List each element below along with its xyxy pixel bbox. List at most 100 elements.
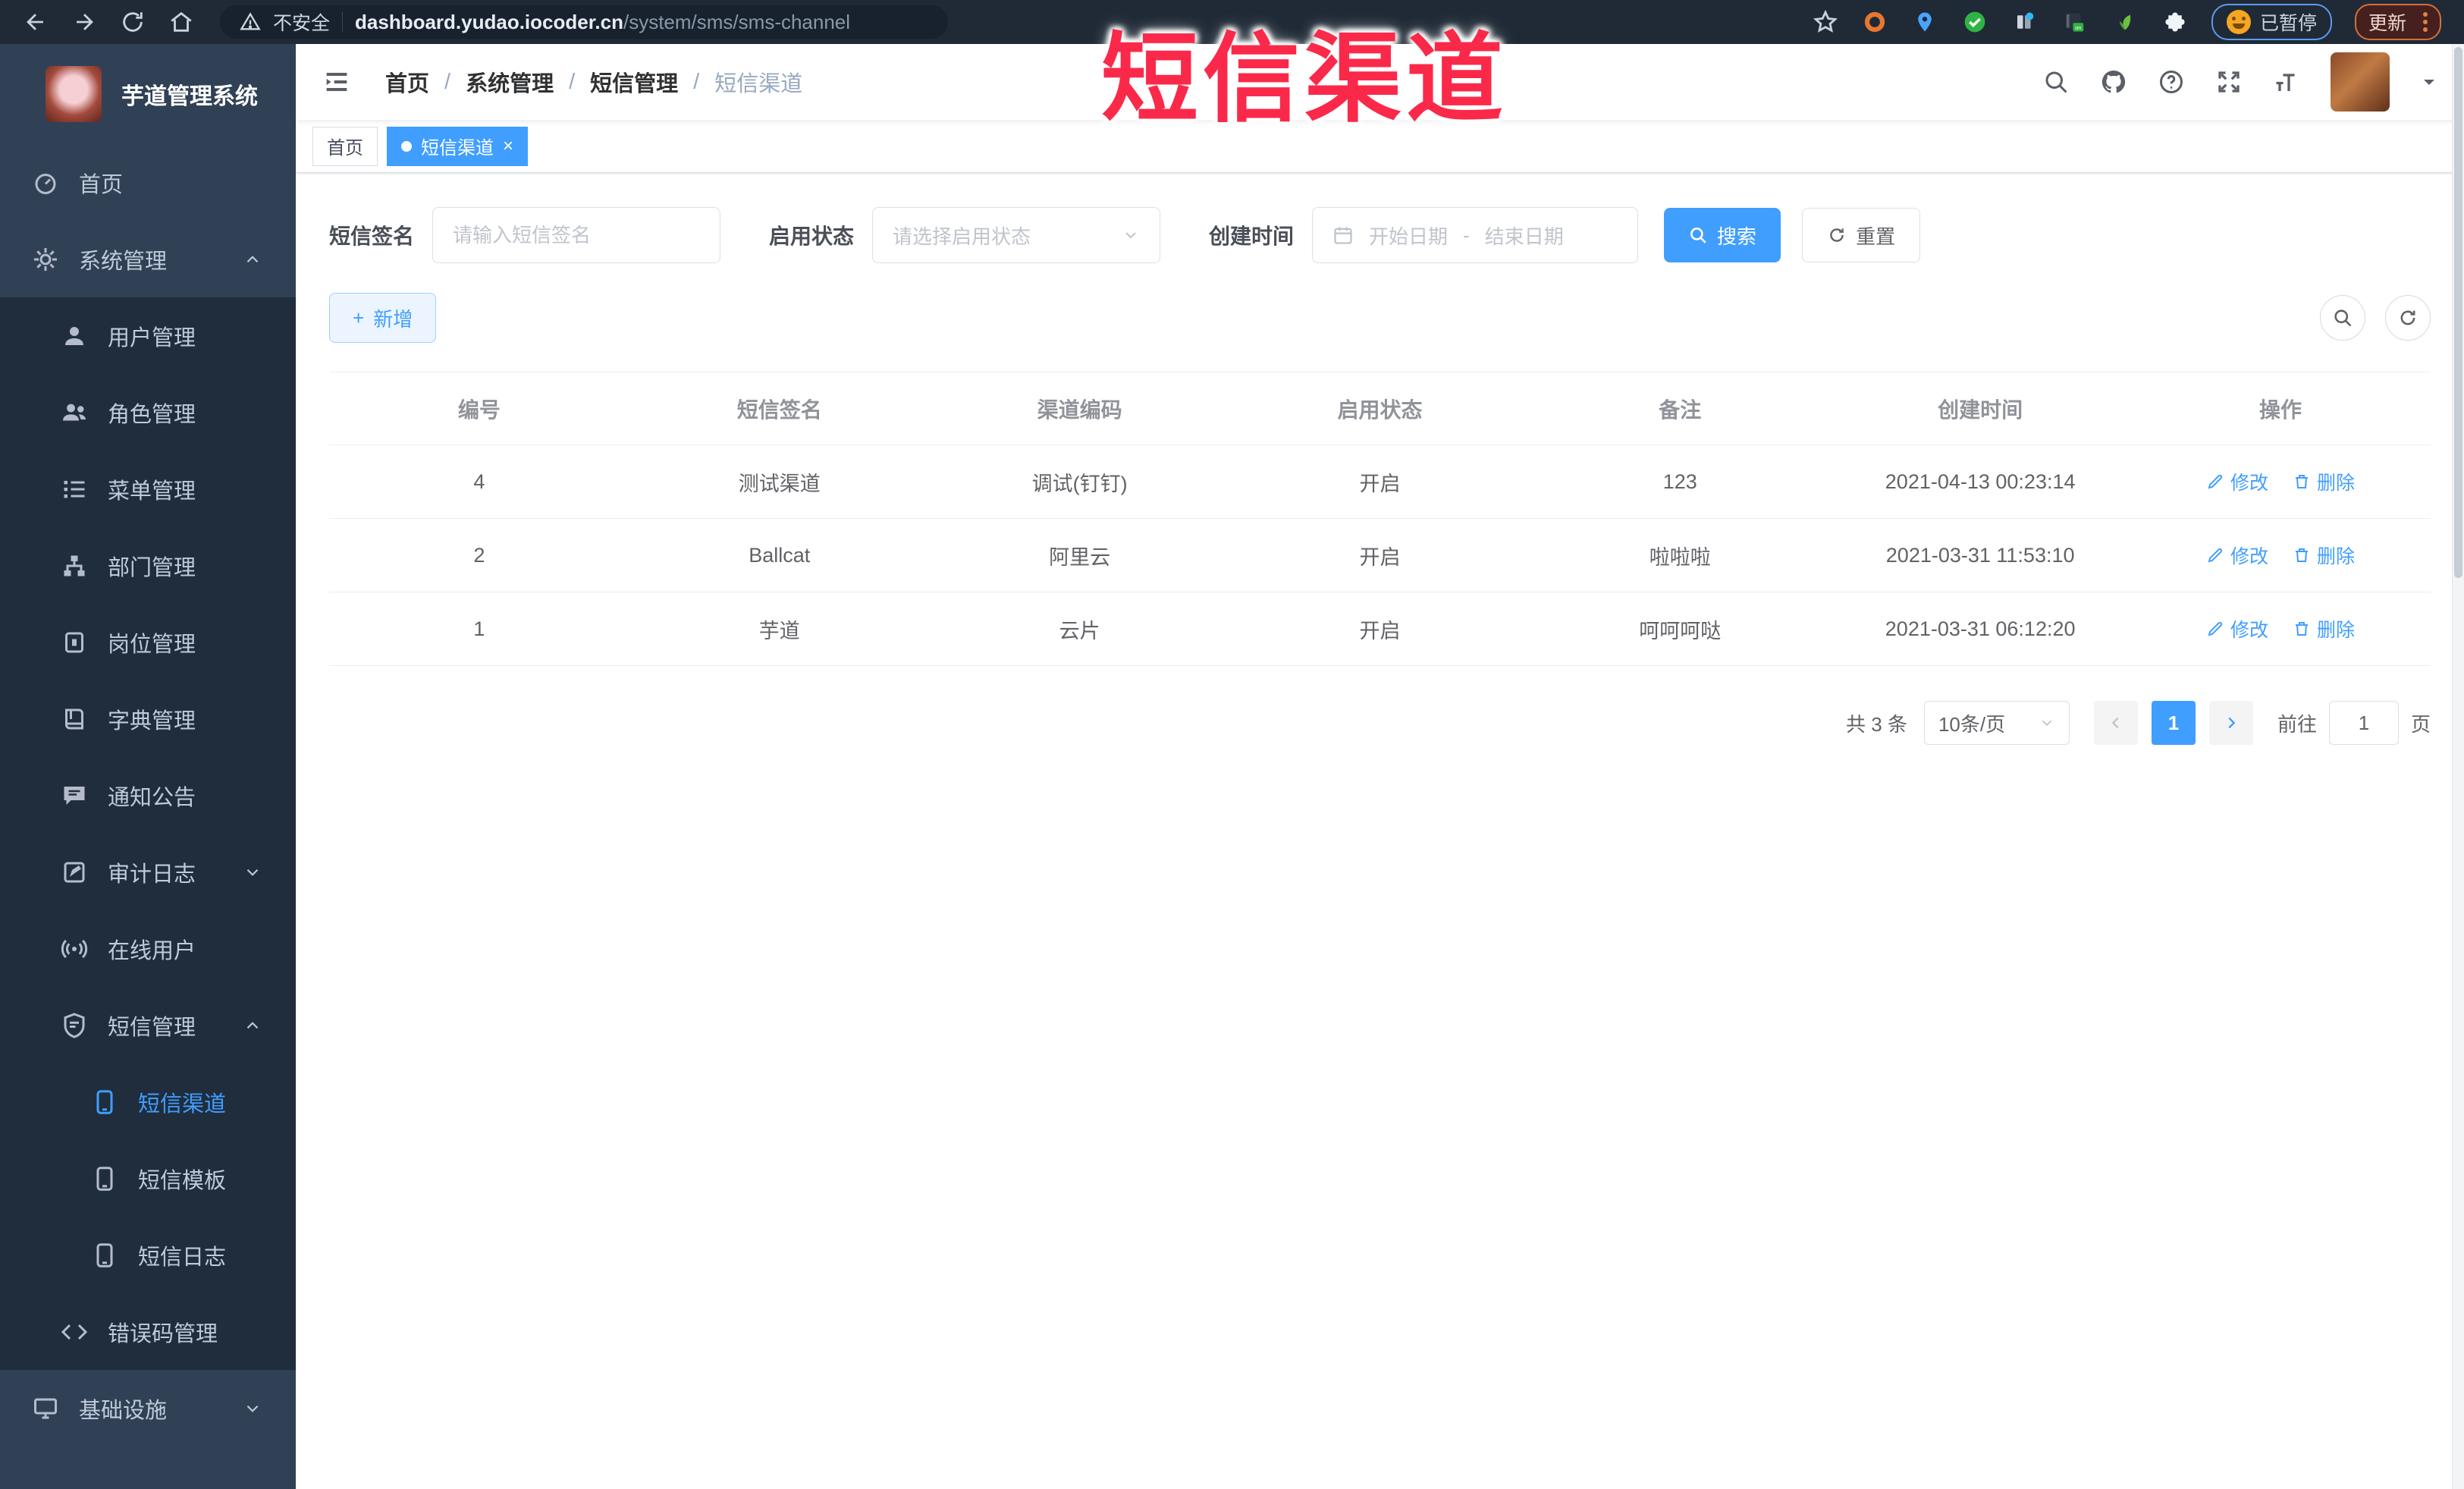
tab-home[interactable]: 首页: [312, 126, 378, 166]
chevron-down-icon: [246, 1405, 259, 1412]
refresh-icon: [1830, 228, 1844, 242]
status-select[interactable]: 请选择启用状态: [872, 207, 1161, 263]
tab-sms-channel[interactable]: 短信渠道 ×: [387, 126, 529, 166]
cell-id: 4: [329, 445, 629, 519]
search-button[interactable]: 搜索: [1664, 208, 1781, 262]
cell-status: 开启: [1229, 592, 1530, 666]
col-remark: 备注: [1530, 372, 1831, 445]
back-icon[interactable]: [23, 9, 49, 35]
sidebar-item-sms-management[interactable]: 短信管理: [0, 987, 296, 1063]
delete-link[interactable]: 删除: [2293, 468, 2355, 495]
extension-puzzle-icon[interactable]: [2163, 10, 2187, 34]
font-size-icon[interactable]: [2273, 68, 2300, 96]
sidebar-item-online-users[interactable]: 在线用户: [0, 910, 296, 987]
sidebar-logo-row[interactable]: 芋道管理系统: [0, 44, 296, 144]
sidebar-item-audit-log[interactable]: 审计日志: [0, 834, 296, 910]
sidebar-item-infrastructure[interactable]: 基础设施: [0, 1370, 296, 1447]
extension-orange-icon[interactable]: [1863, 10, 1887, 34]
sidebar-item-users[interactable]: 用户管理: [0, 297, 296, 374]
search-icon[interactable]: [2042, 68, 2070, 96]
forward-icon[interactable]: [71, 9, 97, 35]
table-header-row: 编号 短信签名 渠道编码 启用状态 备注 创建时间 操作: [329, 372, 2431, 445]
toggle-search-button[interactable]: [2320, 295, 2365, 341]
sidebar-item-label: 短信渠道: [138, 1092, 227, 1117]
sidebar-item-menus[interactable]: 菜单管理: [0, 451, 296, 527]
add-button[interactable]: + 新增: [329, 293, 437, 343]
sidebar-item-departments[interactable]: 部门管理: [0, 527, 296, 604]
address-bar[interactable]: 不安全 dashboard.yudao.iocoder.cn/system/sm…: [220, 5, 948, 39]
extension-onenote-icon[interactable]: on: [2063, 10, 2087, 34]
prev-page-button[interactable]: [2093, 701, 2138, 745]
url-divider: [342, 12, 344, 32]
page-number-1[interactable]: 1: [2151, 701, 2196, 745]
not-secure-icon[interactable]: [240, 11, 261, 33]
cell-remark: 呵呵呵哒: [1530, 592, 1831, 666]
refresh-icon: [2400, 310, 2415, 325]
browser-update-button[interactable]: 更新: [2354, 4, 2441, 40]
sidebar-item-system[interactable]: 系统管理: [0, 221, 296, 297]
refresh-table-button[interactable]: [2385, 295, 2431, 341]
sidebar-item-sms-log[interactable]: 短信日志: [0, 1217, 296, 1293]
paused-label: 已暂停: [2259, 13, 2317, 34]
sidebar-item-dict[interactable]: 字典管理: [0, 680, 296, 757]
tab-close-icon[interactable]: ×: [503, 137, 513, 155]
extension-history-icon[interactable]: [2013, 10, 2037, 34]
badge-icon: [65, 632, 83, 652]
goto-page-input[interactable]: [2328, 701, 2399, 745]
sign-input[interactable]: [453, 223, 701, 247]
breadcrumb-sms[interactable]: 短信管理: [590, 66, 678, 98]
date-range-picker[interactable]: 开始日期 - 结束日期: [1312, 207, 1639, 263]
list-icon: [64, 480, 85, 498]
extension-paused-badge[interactable]: 已暂停: [2211, 4, 2332, 40]
app-logo: [46, 66, 102, 122]
reload-icon[interactable]: [120, 9, 146, 35]
delete-link[interactable]: 删除: [2293, 615, 2355, 642]
search-button-label: 搜索: [1717, 225, 1757, 248]
col-status: 启用状态: [1229, 372, 1530, 445]
sms-channel-table: 编号 短信签名 渠道编码 启用状态 备注 创建时间 操作 4 测试渠道 调试(钉…: [329, 372, 2431, 666]
user-avatar[interactable]: [2331, 52, 2390, 112]
home-icon[interactable]: [168, 9, 194, 35]
breadcrumb-system[interactable]: 系统管理: [466, 66, 554, 98]
chevron-right-icon: [2228, 717, 2236, 729]
extension-pin-icon[interactable]: [1913, 10, 1937, 34]
page-size-select[interactable]: 10条/页: [1923, 701, 2070, 745]
sidebar-item-sms-template[interactable]: 短信模板: [0, 1140, 296, 1217]
sidebar-item-error-codes[interactable]: 错误码管理: [0, 1293, 296, 1370]
github-icon[interactable]: [2100, 68, 2127, 96]
sidebar-item-home[interactable]: 首页: [0, 144, 296, 221]
extension-leaf-icon[interactable]: [2113, 10, 2137, 34]
add-button-label: 新增: [373, 307, 413, 331]
table-row: 4 测试渠道 调试(钉钉) 开启 123 2021-04-13 00:23:14…: [329, 445, 2431, 519]
sidebar-item-roles[interactable]: 角色管理: [0, 374, 296, 451]
edit-icon: [2208, 474, 2223, 488]
col-actions: 操作: [2130, 372, 2431, 445]
sign-input-wrap: [432, 207, 721, 263]
help-icon[interactable]: [2158, 68, 2185, 96]
edit-icon: [2208, 621, 2223, 636]
hamburger-icon[interactable]: [322, 67, 352, 97]
breadcrumb-separator: /: [444, 69, 451, 94]
delete-link[interactable]: 删除: [2293, 542, 2355, 569]
url-text[interactable]: dashboard.yudao.iocoder.cn/system/sms/sm…: [355, 11, 850, 34]
breadcrumb-home[interactable]: 首页: [385, 66, 429, 98]
sidebar-item-notices[interactable]: 通知公告: [0, 757, 296, 834]
fullscreen-icon[interactable]: [2215, 68, 2243, 96]
scrollbar-thumb[interactable]: [2454, 47, 2462, 578]
not-secure-label[interactable]: 不安全: [273, 8, 330, 36]
browser-menu-icon[interactable]: [2423, 12, 2428, 32]
extension-check-icon[interactable]: [1963, 10, 1987, 34]
reset-button[interactable]: 重置: [1802, 208, 1921, 262]
goto-label: 前往: [2277, 712, 2317, 736]
next-page-button[interactable]: [2208, 701, 2253, 745]
svg-text:on: on: [2075, 24, 2081, 31]
breadcrumb-current: 短信渠道: [714, 72, 803, 96]
bookmark-star-icon[interactable]: [1813, 9, 1838, 35]
caret-down-icon[interactable]: [2420, 73, 2438, 91]
window-scrollbar[interactable]: [2452, 44, 2464, 1489]
sidebar-item-posts[interactable]: 岗位管理: [0, 604, 296, 680]
edit-link[interactable]: 修改: [2206, 615, 2268, 642]
sidebar-item-sms-channel[interactable]: 短信渠道: [0, 1063, 296, 1140]
edit-link[interactable]: 修改: [2206, 542, 2268, 569]
edit-link[interactable]: 修改: [2206, 468, 2268, 495]
